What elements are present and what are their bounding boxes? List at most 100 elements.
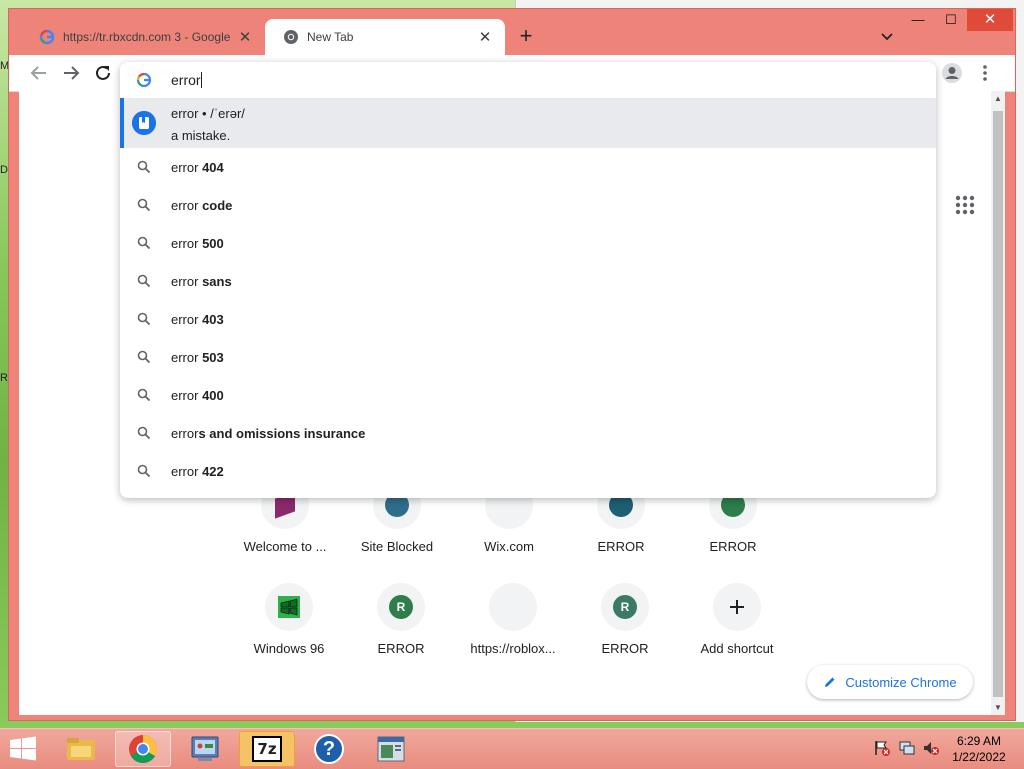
suggestion-text: error 400 bbox=[171, 388, 224, 403]
taskbar-control-panel[interactable] bbox=[177, 731, 233, 767]
shortcut-label: ERROR bbox=[377, 641, 425, 656]
shortcut-icon-bg: R bbox=[377, 583, 425, 631]
tab-new-tab[interactable]: New Tab ✕ bbox=[265, 19, 505, 55]
suggestion-prefix: error bbox=[171, 312, 199, 327]
blank-icon bbox=[489, 583, 537, 631]
app-window-icon bbox=[377, 736, 405, 762]
customize-chrome-button[interactable]: Customize Chrome bbox=[807, 665, 973, 699]
shortcut-error[interactable]: R ERROR bbox=[345, 583, 457, 656]
suggestion-completion: sans bbox=[198, 274, 232, 289]
suggestion-item[interactable]: error 400 bbox=[120, 376, 936, 414]
back-icon[interactable] bbox=[27, 61, 51, 85]
suggestion-text: error 500 bbox=[171, 236, 224, 251]
google-icon bbox=[39, 29, 55, 45]
file-explorer-icon bbox=[67, 738, 95, 760]
google-icon bbox=[136, 72, 152, 88]
taskbar-app-window[interactable] bbox=[363, 731, 419, 767]
close-icon[interactable]: ✕ bbox=[475, 28, 495, 46]
clock-time: 6:29 AM bbox=[956, 734, 1002, 748]
chevron-down-icon[interactable] bbox=[877, 26, 897, 46]
suggestion-prefix: error bbox=[171, 236, 199, 251]
maximize-button[interactable]: ☐ bbox=[935, 9, 967, 31]
start-button-icon[interactable] bbox=[6, 733, 40, 765]
suggestion-item[interactable]: error 404 bbox=[120, 148, 936, 186]
minimize-button[interactable]: — bbox=[902, 9, 934, 31]
search-icon bbox=[137, 198, 151, 212]
selection-indicator bbox=[120, 98, 124, 148]
shortcut-label: https://roblox... bbox=[470, 641, 556, 656]
suggestion-item[interactable]: error sans bbox=[120, 262, 936, 300]
omnibox-input[interactable]: error bbox=[171, 72, 202, 88]
volume-muted-icon[interactable] bbox=[922, 739, 940, 757]
close-icon[interactable]: ✕ bbox=[235, 28, 255, 46]
chrome-icon bbox=[129, 735, 157, 763]
suggestion-item[interactable]: errors and omissions insurance bbox=[120, 414, 936, 452]
shortcut-roblox[interactable]: https://roblox... bbox=[457, 583, 569, 656]
text-caret bbox=[200, 72, 202, 88]
r-badge-icon: R bbox=[389, 595, 413, 619]
suggestion-completion: 503 bbox=[198, 350, 224, 365]
suggestion-item[interactable]: error code bbox=[120, 186, 936, 224]
control-panel-icon bbox=[191, 736, 219, 761]
suggestion-text: error code bbox=[171, 198, 232, 213]
menu-icon[interactable] bbox=[973, 61, 997, 85]
taskbar-file-explorer[interactable] bbox=[53, 731, 109, 767]
suggestion-prefix: error bbox=[171, 388, 199, 403]
scroll-down-icon[interactable]: ▼ bbox=[991, 703, 1005, 712]
suggestion-item[interactable]: error 403 bbox=[120, 300, 936, 338]
suggestion-item[interactable]: error 422 bbox=[120, 452, 936, 490]
tab-strip: https://tr.rbxcdn.com 3 - Google ✕ New T… bbox=[9, 9, 1015, 55]
search-icon bbox=[137, 274, 151, 288]
suggestion-completion: 500 bbox=[198, 236, 224, 251]
taskbar-chrome[interactable] bbox=[115, 731, 171, 767]
shortcut-icon-bg: R bbox=[601, 583, 649, 631]
search-icon bbox=[137, 160, 151, 174]
help-icon: ? bbox=[314, 734, 344, 764]
chrome-icon bbox=[284, 30, 298, 44]
windows96-icon bbox=[278, 596, 300, 618]
suggestion-text: errors and omissions insurance bbox=[171, 426, 365, 441]
close-window-button[interactable]: ✕ bbox=[967, 9, 1013, 31]
suggestion-prefix: error bbox=[171, 426, 199, 441]
dictionary-headword: error • /ˈerər/ bbox=[171, 106, 245, 121]
search-icon bbox=[137, 312, 151, 326]
scrollbar-thumb[interactable] bbox=[993, 111, 1003, 697]
suggestion-completion: 422 bbox=[198, 464, 224, 479]
desktop-icon-label: R bbox=[0, 372, 8, 384]
shortcut-windows-96[interactable]: Windows 96 bbox=[233, 583, 345, 656]
omnibox-input-row[interactable]: error bbox=[120, 62, 936, 98]
shortcut-label: Wix.com bbox=[484, 539, 534, 554]
clock-date: 1/22/2022 bbox=[952, 750, 1006, 764]
taskbar-help[interactable]: ? bbox=[301, 731, 357, 767]
plus-icon bbox=[730, 600, 744, 614]
network-icon[interactable] bbox=[898, 739, 916, 757]
taskbar-clock[interactable]: 6:29 AM 1/22/2022 bbox=[944, 733, 1014, 765]
action-center-flag-icon[interactable] bbox=[873, 739, 891, 757]
tab-rbxcdn[interactable]: https://tr.rbxcdn.com 3 - Google ✕ bbox=[21, 19, 265, 55]
shortcut-error[interactable]: R ERROR bbox=[569, 583, 681, 656]
new-tab-button[interactable]: + bbox=[514, 25, 538, 49]
suggestion-item[interactable]: error 503 bbox=[120, 338, 936, 376]
suggestion-prefix: error bbox=[171, 160, 199, 175]
scrollbar[interactable]: ▲ ▼ bbox=[991, 91, 1005, 715]
shortcut-label: Site Blocked bbox=[360, 539, 434, 554]
suggestion-item[interactable]: error 500 bbox=[120, 224, 936, 262]
desktop-icon-label: D bbox=[0, 164, 8, 176]
r-badge-icon: R bbox=[613, 595, 637, 619]
dictionary-suggestion[interactable]: error • /ˈerər/ a mistake. bbox=[120, 98, 936, 148]
search-icon bbox=[137, 426, 151, 440]
shortcut-icon-bg bbox=[265, 583, 313, 631]
profile-icon[interactable] bbox=[940, 61, 964, 85]
7zip-icon: 7z bbox=[252, 736, 282, 762]
search-icon bbox=[137, 464, 151, 478]
apps-grid-icon[interactable] bbox=[954, 194, 976, 216]
customize-label: Customize Chrome bbox=[845, 674, 957, 690]
reload-icon[interactable] bbox=[91, 61, 115, 85]
tab-title: New Tab bbox=[307, 30, 354, 44]
scroll-up-icon[interactable]: ▲ bbox=[991, 94, 1005, 103]
shortcut-label: Welcome to ... bbox=[243, 539, 327, 554]
chrome-window: https://tr.rbxcdn.com 3 - Google ✕ New T… bbox=[9, 9, 1015, 720]
taskbar-7zip[interactable]: 7z bbox=[239, 731, 295, 767]
forward-icon[interactable] bbox=[59, 61, 83, 85]
add-shortcut-button[interactable]: Add shortcut bbox=[681, 583, 793, 656]
